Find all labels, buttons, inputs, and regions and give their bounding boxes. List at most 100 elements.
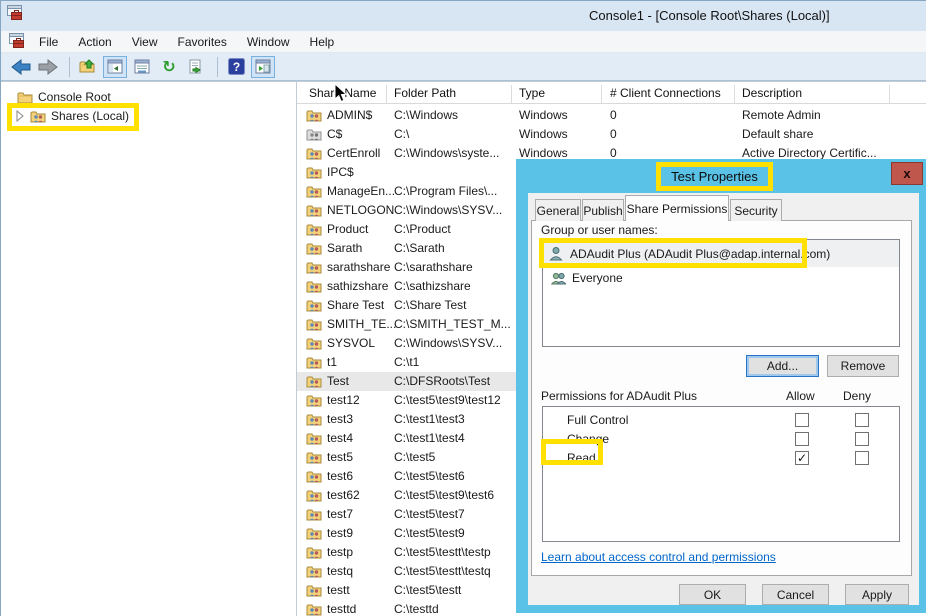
menu-file[interactable]: File: [29, 33, 68, 51]
shared-folder-icon: [306, 146, 322, 160]
menu-bar: File Action View Favorites Window Help: [1, 31, 926, 53]
allow-checkbox[interactable]: [795, 432, 809, 446]
tab-general[interactable]: General: [535, 199, 581, 221]
shared-folder-icon: [306, 507, 322, 521]
group-names-label: Group or user names:: [541, 223, 658, 237]
add-button[interactable]: Add...: [746, 355, 819, 377]
shared-folder-icon: [306, 564, 322, 578]
help-icon[interactable]: ?: [224, 56, 248, 78]
shared-folder-icon: [306, 317, 322, 331]
back-icon[interactable]: [9, 56, 33, 78]
shared-folder-icon: [306, 355, 322, 369]
shared-folder-icon: [306, 374, 322, 388]
shared-folder-icon: [306, 583, 322, 597]
shared-folder-icon: [306, 545, 322, 559]
allow-checkbox[interactable]: [795, 451, 809, 465]
tab-security[interactable]: Security: [730, 199, 782, 221]
share-list-row[interactable]: ADMIN$ C:\Windows Windows 0 Remote Admin: [297, 106, 926, 125]
tree-item-label: Shares (Local): [51, 109, 129, 123]
window-title: Console1 - [Console Root\Shares (Local)]: [589, 8, 830, 23]
permission-name-label: Full Control: [567, 413, 628, 427]
expand-chevron-icon[interactable]: [15, 110, 25, 122]
menu-help[interactable]: Help: [300, 33, 345, 51]
permission-row: Read: [543, 449, 899, 468]
folder-icon: [17, 90, 33, 104]
dialog-titlebar: Test Properties: [516, 159, 926, 193]
permissions-label: Permissions for ADAudit Plus: [541, 389, 697, 403]
shared-folder-icon: [306, 260, 322, 274]
test-properties-dialog: Test Properties x General Publish Share …: [516, 159, 926, 613]
column-header-share-name[interactable]: Share Name: [309, 86, 376, 100]
forward-icon[interactable]: [36, 56, 60, 78]
shared-folder-icon: [306, 488, 322, 502]
properties-icon[interactable]: [130, 56, 154, 78]
tree-item-console-root[interactable]: Console Root: [17, 90, 111, 104]
shared-folder-icon: [306, 431, 322, 445]
column-header-client-connections[interactable]: # Client Connections: [610, 86, 721, 100]
tree-item-label: Console Root: [38, 90, 111, 104]
toolbar-separator: [69, 57, 70, 77]
allow-column-label: Allow: [786, 389, 815, 403]
share-list-row[interactable]: C$ C:\ Windows 0 Default share: [297, 125, 926, 144]
refresh-icon[interactable]: ↻: [157, 56, 181, 78]
group-user-listbox: ADAudit Plus (ADAudit Plus@adap.internal…: [542, 239, 900, 347]
shared-folder-icon: [306, 165, 322, 179]
shared-folder-icon: [306, 450, 322, 464]
up-level-icon[interactable]: [76, 56, 100, 78]
permission-name-label: Change: [567, 432, 609, 446]
group-user-row[interactable]: ADAudit Plus (ADAudit Plus@adap.internal…: [543, 240, 899, 267]
menu-window[interactable]: Window: [237, 33, 300, 51]
close-icon[interactable]: x: [891, 162, 923, 185]
shared-folder-icon: [306, 127, 322, 141]
shared-folder-icon: [306, 222, 322, 236]
menu-view[interactable]: View: [122, 33, 168, 51]
dialog-title: Test Properties: [656, 162, 773, 191]
apply-button[interactable]: Apply: [845, 584, 909, 605]
shared-folder-icon: [306, 336, 322, 350]
tree-item-shares-local[interactable]: Shares (Local): [15, 109, 129, 123]
export-list-icon[interactable]: [184, 56, 208, 78]
shared-folder-icon: [306, 602, 322, 616]
show-action-pane-icon[interactable]: [251, 56, 275, 78]
shared-folder-icon: [306, 298, 322, 312]
show-console-tree-icon[interactable]: [103, 56, 127, 78]
svg-text:?: ?: [232, 60, 239, 74]
column-header-type[interactable]: Type: [519, 86, 545, 100]
tab-share-permissions[interactable]: Share Permissions: [625, 195, 729, 221]
allow-checkbox[interactable]: [795, 413, 809, 427]
deny-column-label: Deny: [843, 389, 871, 403]
deny-checkbox[interactable]: [855, 432, 869, 446]
shared-folder-icon: [306, 393, 322, 407]
console-tree-panel: Console Root Shares (Local): [1, 81, 297, 616]
menu-action[interactable]: Action: [68, 33, 121, 51]
ok-button[interactable]: OK: [679, 584, 746, 605]
list-header: Share Name Folder Path Type # Client Con…: [297, 84, 926, 104]
permission-row: Full Control: [543, 411, 899, 430]
user-icon: [549, 246, 564, 261]
deny-checkbox[interactable]: [855, 451, 869, 465]
permissions-listbox: Full Control Change Read: [542, 406, 900, 542]
tab-publish[interactable]: Publish: [582, 199, 624, 221]
mmc-console-icon[interactable]: [9, 33, 25, 52]
deny-checkbox[interactable]: [855, 413, 869, 427]
shared-folder-icon: [306, 526, 322, 540]
shared-folder-icon: [30, 109, 46, 123]
shared-folder-icon: [306, 469, 322, 483]
toolbar-separator: [217, 57, 218, 77]
shared-folder-icon: [306, 184, 322, 198]
permission-row: Change: [543, 430, 899, 449]
shared-folder-icon: [306, 241, 322, 255]
menu-favorites[interactable]: Favorites: [168, 33, 237, 51]
shared-folder-icon: [306, 108, 322, 122]
access-control-link[interactable]: Learn about access control and permissio…: [541, 550, 776, 564]
group-user-row[interactable]: Everyone: [543, 269, 899, 287]
dialog-content: General Publish Share Permissions Securi…: [528, 193, 919, 605]
column-header-folder-path[interactable]: Folder Path: [394, 86, 456, 100]
remove-button[interactable]: Remove: [827, 355, 899, 377]
column-header-description[interactable]: Description: [742, 86, 802, 100]
permission-name-label: Read: [567, 451, 596, 465]
cancel-button[interactable]: Cancel: [762, 584, 829, 605]
user-name-label: Everyone: [572, 271, 623, 285]
group-icon: [551, 271, 566, 286]
user-name-label: ADAudit Plus (ADAudit Plus@adap.internal…: [570, 247, 830, 261]
